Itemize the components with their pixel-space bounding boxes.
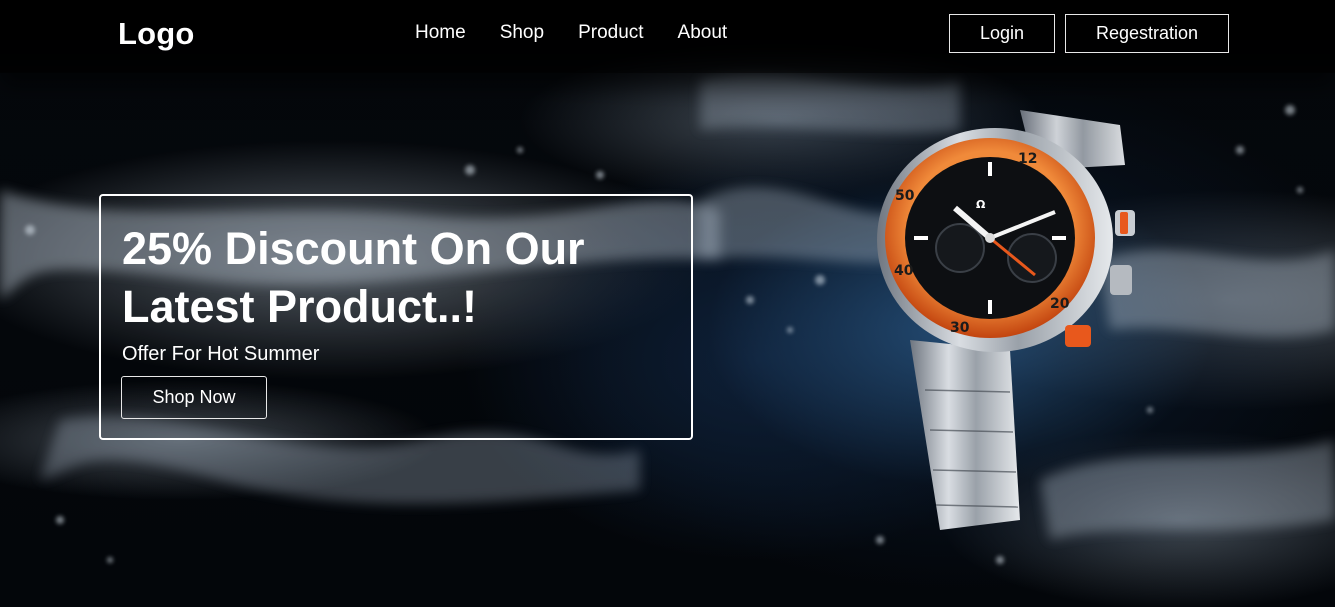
- svg-text:20: 20: [1050, 296, 1070, 312]
- svg-text:50: 50: [895, 188, 915, 204]
- site-logo[interactable]: Logo: [118, 16, 195, 52]
- promo-subtitle: Offer For Hot Summer: [122, 343, 320, 365]
- nav-links: Home Shop Product About: [415, 22, 761, 44]
- promo-headline: 25% Discount On Our Latest Product..!: [122, 223, 585, 332]
- svg-text:Ω: Ω: [976, 198, 986, 211]
- svg-text:12: 12: [1018, 151, 1037, 167]
- login-button[interactable]: Login: [949, 14, 1055, 53]
- shop-now-button[interactable]: Shop Now: [121, 376, 267, 419]
- promo-card: 25% Discount On Our Latest Product..! Of…: [99, 194, 693, 440]
- registration-button[interactable]: Regestration: [1065, 14, 1229, 53]
- nav-link-home[interactable]: Home: [415, 22, 466, 44]
- wristwatch-image: 12 50 40 30 20 Ω: [877, 110, 1135, 530]
- svg-text:30: 30: [950, 320, 970, 336]
- nav-link-shop[interactable]: Shop: [500, 22, 544, 44]
- top-navbar: Logo Home Shop Product About Login Reges…: [0, 0, 1335, 73]
- nav-link-product[interactable]: Product: [578, 22, 643, 44]
- svg-text:40: 40: [894, 263, 914, 279]
- nav-link-about[interactable]: About: [678, 22, 728, 44]
